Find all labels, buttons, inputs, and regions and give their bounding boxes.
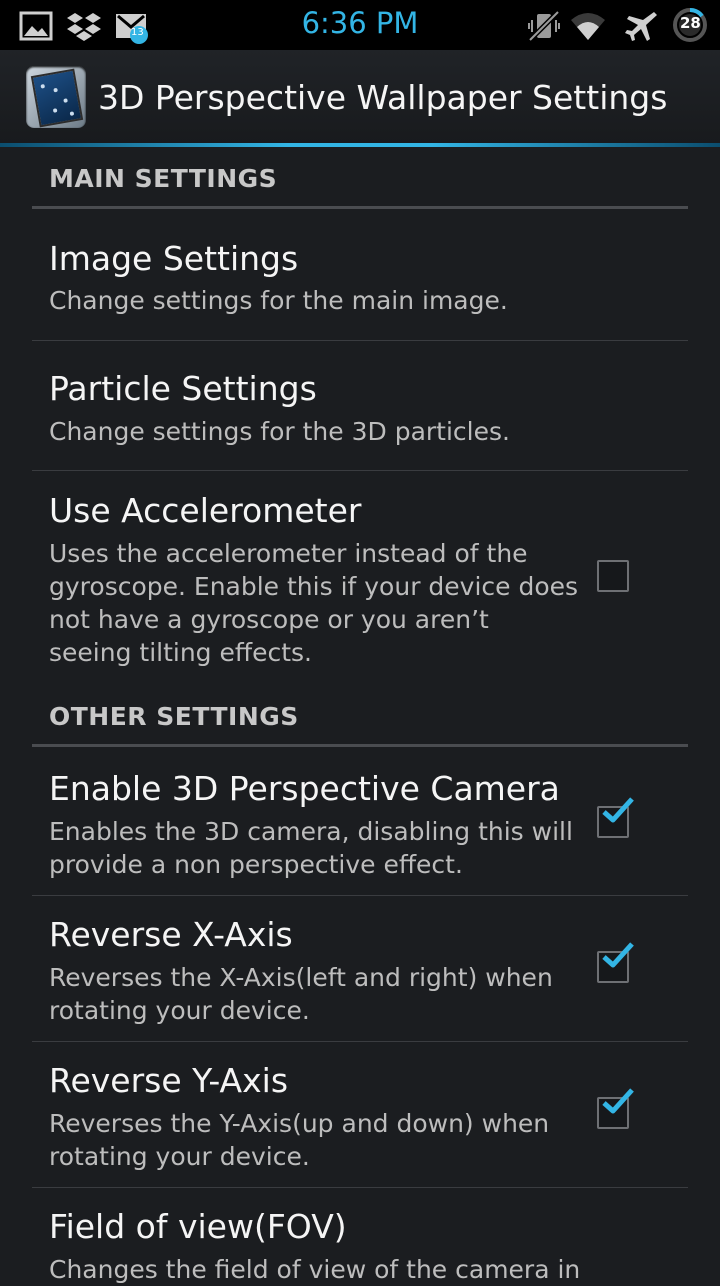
pref-summary: Reverses the Y-Axis(up and down) when ro…: [49, 1109, 550, 1171]
wifi-icon: [571, 13, 605, 40]
camera-checkbox[interactable]: [597, 797, 634, 838]
pref-summary: Reverses the X-Axis(left and right) when…: [49, 963, 553, 1025]
settings-list: MAIN SETTINGS Image Settings Change sett…: [0, 147, 720, 1284]
reverse-y-checkbox[interactable]: [597, 1088, 634, 1129]
pref-title: Image Settings: [49, 239, 299, 278]
pref-summary: Change settings for the 3D particles.: [49, 417, 510, 446]
section-header-main: MAIN SETTINGS: [49, 164, 278, 193]
pref-title: Field of view(FOV): [49, 1207, 347, 1246]
clock: 6:36 PM: [301, 6, 419, 40]
pref-title: Particle Settings: [49, 369, 317, 408]
airplane-icon: [625, 12, 657, 41]
checkmark-icon: [602, 942, 634, 968]
section-header-other: OTHER SETTINGS: [49, 702, 299, 731]
pref-summary: Change settings for the main image.: [49, 286, 508, 315]
pref-title: Use Accelerometer: [49, 491, 362, 530]
reverse-x-checkbox[interactable]: [597, 942, 634, 983]
app-icon[interactable]: [26, 66, 86, 128]
pref-title: Reverse X-Axis: [49, 915, 293, 954]
accelerometer-checkbox[interactable]: [597, 560, 629, 592]
battery-level: 28: [680, 14, 701, 32]
pref-summary: Changes the field of view of the camera …: [49, 1255, 581, 1284]
pref-summary: Enables the 3D camera, disabling this wi…: [49, 817, 573, 879]
checkmark-icon: [602, 1088, 634, 1114]
page-title: 3D Perspective Wallpaper Settings: [98, 78, 668, 117]
action-bar: 3D Perspective Wallpaper Settings: [0, 50, 720, 146]
vibrate-icon: [528, 10, 560, 42]
pref-title: Reverse Y-Axis: [49, 1061, 289, 1100]
pref-summary: Uses the accelerometer instead of the gy…: [49, 539, 579, 667]
status-bar: 13 6:36 PM 28: [0, 0, 720, 50]
pref-title: Enable 3D Perspective Camera: [49, 769, 560, 808]
checkmark-icon: [602, 797, 634, 823]
